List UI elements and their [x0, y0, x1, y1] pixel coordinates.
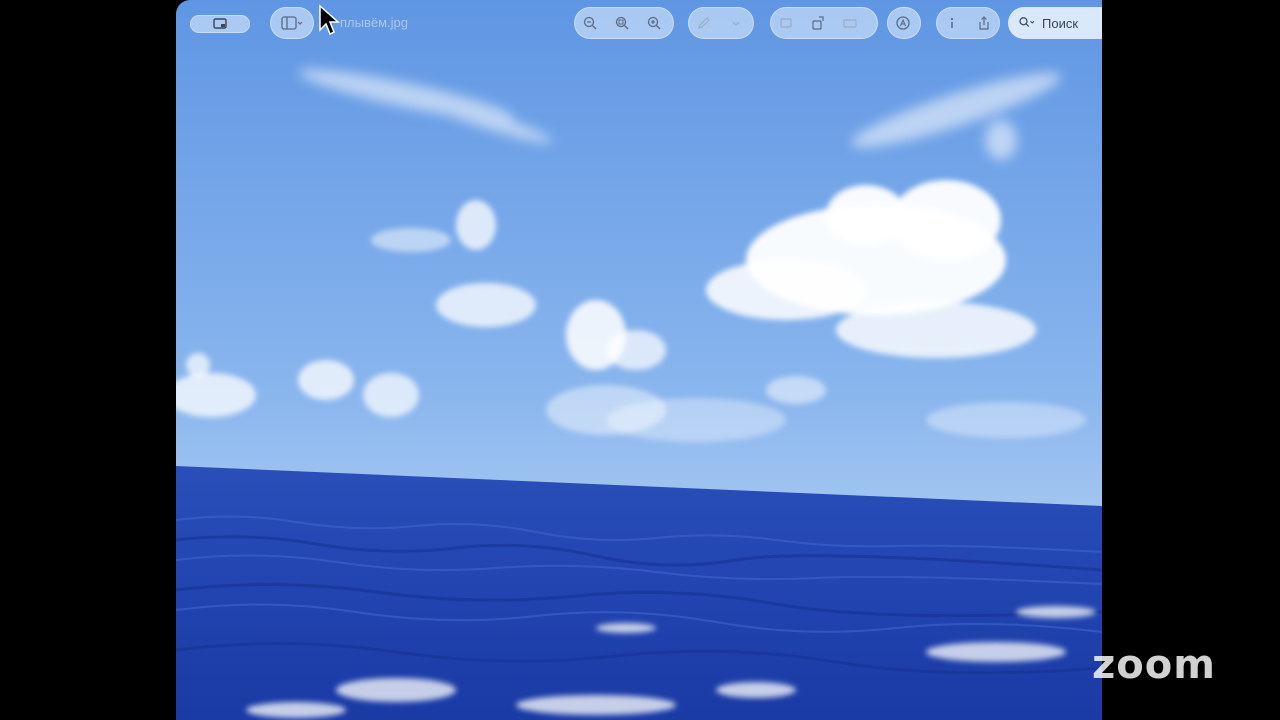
resize-button[interactable] — [834, 7, 866, 39]
toolbar: плывём.jpg Поиск — [176, 0, 1102, 46]
window-preview-icon[interactable] — [190, 15, 250, 33]
share-icon — [979, 16, 989, 30]
markup-circle-icon — [887, 7, 919, 39]
zoom-controls — [574, 7, 674, 39]
info-share-controls — [936, 7, 1000, 39]
file-title: плывём.jpg — [340, 15, 409, 30]
actual-size-button[interactable] — [606, 7, 638, 39]
image-viewer-window: плывём.jpg Поиск — [176, 0, 1102, 720]
mouse-pointer-icon — [319, 4, 340, 36]
search-icon — [1019, 17, 1035, 27]
zoom-out-icon — [583, 16, 597, 30]
sea-photo — [176, 0, 1102, 720]
zoom-in-icon — [647, 16, 661, 30]
pen-icon — [688, 7, 720, 39]
sidebar-icon — [270, 7, 314, 39]
resize-icon — [843, 19, 857, 28]
sidebar-toggle-button[interactable] — [270, 7, 314, 39]
share-button[interactable] — [968, 7, 1000, 39]
info-icon — [950, 17, 954, 28]
search-placeholder: Поиск — [1042, 15, 1079, 31]
crop-icon — [780, 18, 792, 28]
zoom-fit-icon — [615, 16, 629, 30]
info-button[interactable] — [936, 7, 968, 39]
annotate-button[interactable] — [887, 7, 921, 39]
window-controls[interactable] — [190, 15, 250, 33]
zoom-logo: zoom — [1092, 642, 1216, 688]
zoom-in-button[interactable] — [638, 7, 670, 39]
search-field[interactable]: Поиск — [1008, 7, 1102, 39]
markup-toolbar-button[interactable] — [688, 7, 754, 39]
crop-button[interactable] — [770, 7, 802, 39]
zoom-out-button[interactable] — [574, 7, 606, 39]
rotate-icon — [812, 16, 824, 30]
chevron-down-icon — [720, 7, 752, 39]
rotate-button[interactable] — [802, 7, 834, 39]
edit-controls — [770, 7, 878, 39]
